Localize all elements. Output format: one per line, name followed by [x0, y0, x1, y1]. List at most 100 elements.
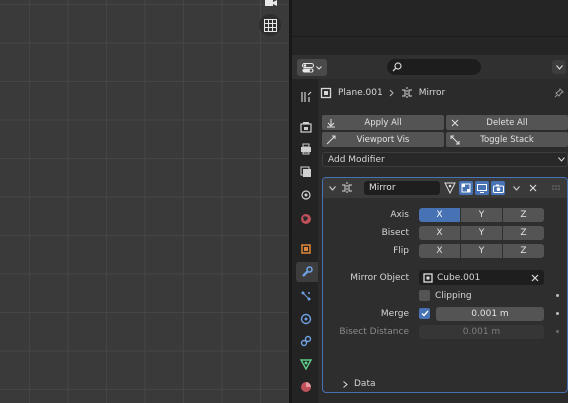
edit-mode-cage-icon[interactable]	[443, 181, 457, 195]
camera-view-icon[interactable]	[260, 0, 282, 14]
bisect-row: Bisect X Y Z	[323, 225, 567, 240]
axis-y-toggle[interactable]: Y	[461, 207, 502, 222]
mirror-object-label: Mirror Object	[350, 272, 409, 283]
flip-toggle-group: X Y Z	[419, 243, 544, 258]
object-icon	[301, 244, 311, 254]
properties-tabs	[292, 79, 318, 403]
clipping-row: Clipping	[323, 288, 567, 303]
view-layer-icon	[300, 166, 311, 177]
tab-constraints[interactable]	[296, 331, 316, 351]
mirror-object-value: Cube.001	[437, 272, 481, 283]
mirror-object-row: Mirror Object Cube.001	[323, 270, 567, 285]
tab-tool[interactable]	[296, 87, 316, 107]
chevron-right-icon	[389, 89, 394, 97]
tab-output[interactable]	[296, 139, 316, 159]
pin-icon[interactable]	[554, 88, 564, 98]
tab-object[interactable]	[296, 239, 316, 259]
3d-viewport[interactable]	[0, 0, 289, 403]
add-modifier-dropdown[interactable]: Add Modifier	[322, 152, 568, 167]
close-icon[interactable]	[526, 181, 540, 195]
material-icon	[301, 382, 311, 392]
particles-icon	[301, 291, 311, 301]
bisect-z-toggle[interactable]: Z	[503, 225, 544, 240]
restrict-view-icon	[322, 135, 340, 145]
wrench-icon	[302, 266, 313, 277]
properties-header	[292, 55, 568, 79]
clipping-checkbox[interactable]	[419, 290, 430, 301]
ortho-grid-icon[interactable]	[259, 14, 281, 36]
apply-all-button[interactable]: Apply All	[322, 115, 444, 130]
close-icon	[446, 119, 464, 127]
tab-render[interactable]	[296, 117, 316, 137]
mirror-modifier-panel: Mirror Axis X Y Z Bisect X Y Z Flip X Y …	[322, 177, 568, 393]
tab-modifiers[interactable]	[296, 262, 318, 282]
merge-checkbox[interactable]	[419, 308, 430, 319]
clipping-label: Clipping	[435, 290, 472, 301]
bisect-distance-field[interactable]: 0.001 m	[419, 324, 544, 339]
merge-label: Merge	[380, 308, 409, 319]
edit-mode-toggle-icon[interactable]	[459, 181, 473, 195]
viewport-vis-button[interactable]: Viewport Vis	[322, 132, 444, 147]
merge-distance-field[interactable]: 0.001 m	[436, 306, 544, 321]
output-icon	[301, 143, 311, 155]
options-dropdown-button[interactable]	[552, 60, 566, 74]
bisect-toggle-group: X Y Z	[419, 225, 544, 240]
close-icon[interactable]	[531, 274, 539, 282]
world-icon	[301, 214, 311, 224]
bisect-y-toggle[interactable]: Y	[461, 225, 502, 240]
keyframe-dot-icon[interactable]	[556, 312, 559, 315]
tool-icon	[301, 91, 312, 102]
flip-z-toggle[interactable]: Z	[503, 243, 544, 258]
tab-world[interactable]	[296, 209, 316, 229]
data-subpanel-label: Data	[354, 379, 376, 389]
scene-icon	[301, 190, 311, 200]
tab-physics[interactable]	[296, 309, 316, 329]
flip-y-toggle[interactable]: Y	[461, 243, 502, 258]
chevron-down-icon[interactable]	[509, 181, 523, 195]
bisect-label: Bisect	[381, 227, 409, 238]
mesh-data-icon	[300, 359, 312, 370]
modifier-name-field[interactable]: Mirror	[364, 181, 440, 195]
outliner-area	[292, 0, 568, 55]
drag-handle-icon[interactable]	[549, 181, 563, 195]
constraints-icon	[300, 335, 312, 347]
axis-z-toggle[interactable]: Z	[503, 207, 544, 222]
tab-particles[interactable]	[296, 286, 316, 306]
breadcrumb-modifier: Mirror	[418, 88, 446, 98]
data-subpanel-header[interactable]: Data	[343, 379, 376, 389]
search-input[interactable]	[387, 59, 481, 75]
mirror-modifier-icon	[401, 87, 412, 99]
tab-scene[interactable]	[296, 185, 316, 205]
flip-row: Flip X Y Z	[323, 243, 567, 258]
keyframe-dot-icon[interactable]	[556, 330, 559, 333]
chevron-down-icon[interactable]	[329, 186, 336, 191]
mirror-object-field[interactable]: Cube.001	[419, 270, 544, 285]
delete-all-button[interactable]: Delete All	[446, 115, 568, 130]
tab-data[interactable]	[296, 354, 316, 374]
keyframe-dot-icon[interactable]	[556, 294, 559, 297]
mirror-modifier-icon	[342, 182, 352, 194]
properties-content: Plane.001 Mirror Apply All Delete All Vi…	[320, 79, 568, 403]
tab-view-layer[interactable]	[296, 162, 316, 182]
viewport-display-icon[interactable]	[475, 181, 489, 195]
axis-row: Axis X Y Z	[323, 207, 567, 222]
toggle-stack-button[interactable]: Toggle Stack	[446, 132, 568, 147]
axis-toggle-group: X Y Z	[419, 207, 544, 222]
axis-x-toggle[interactable]: X	[419, 207, 460, 222]
breadcrumb-object: Plane.001	[338, 88, 383, 98]
add-modifier-label: Add Modifier	[328, 154, 385, 165]
checkmark-icon	[421, 310, 429, 317]
render-icon	[300, 122, 312, 133]
render-camera-icon[interactable]	[491, 181, 505, 195]
editor-type-button[interactable]	[297, 59, 327, 76]
flip-label: Flip	[393, 245, 409, 256]
apply-icon	[322, 118, 340, 128]
bisect-x-toggle[interactable]: X	[419, 225, 460, 240]
tab-material[interactable]	[296, 377, 316, 397]
chevron-down-icon	[316, 65, 322, 70]
merge-row: Merge 0.001 m	[323, 306, 567, 321]
search-icon	[392, 62, 402, 72]
modifier-operators: Apply All Delete All Viewport Vis Toggle…	[322, 115, 568, 149]
physics-icon	[300, 313, 312, 325]
flip-x-toggle[interactable]: X	[419, 243, 460, 258]
